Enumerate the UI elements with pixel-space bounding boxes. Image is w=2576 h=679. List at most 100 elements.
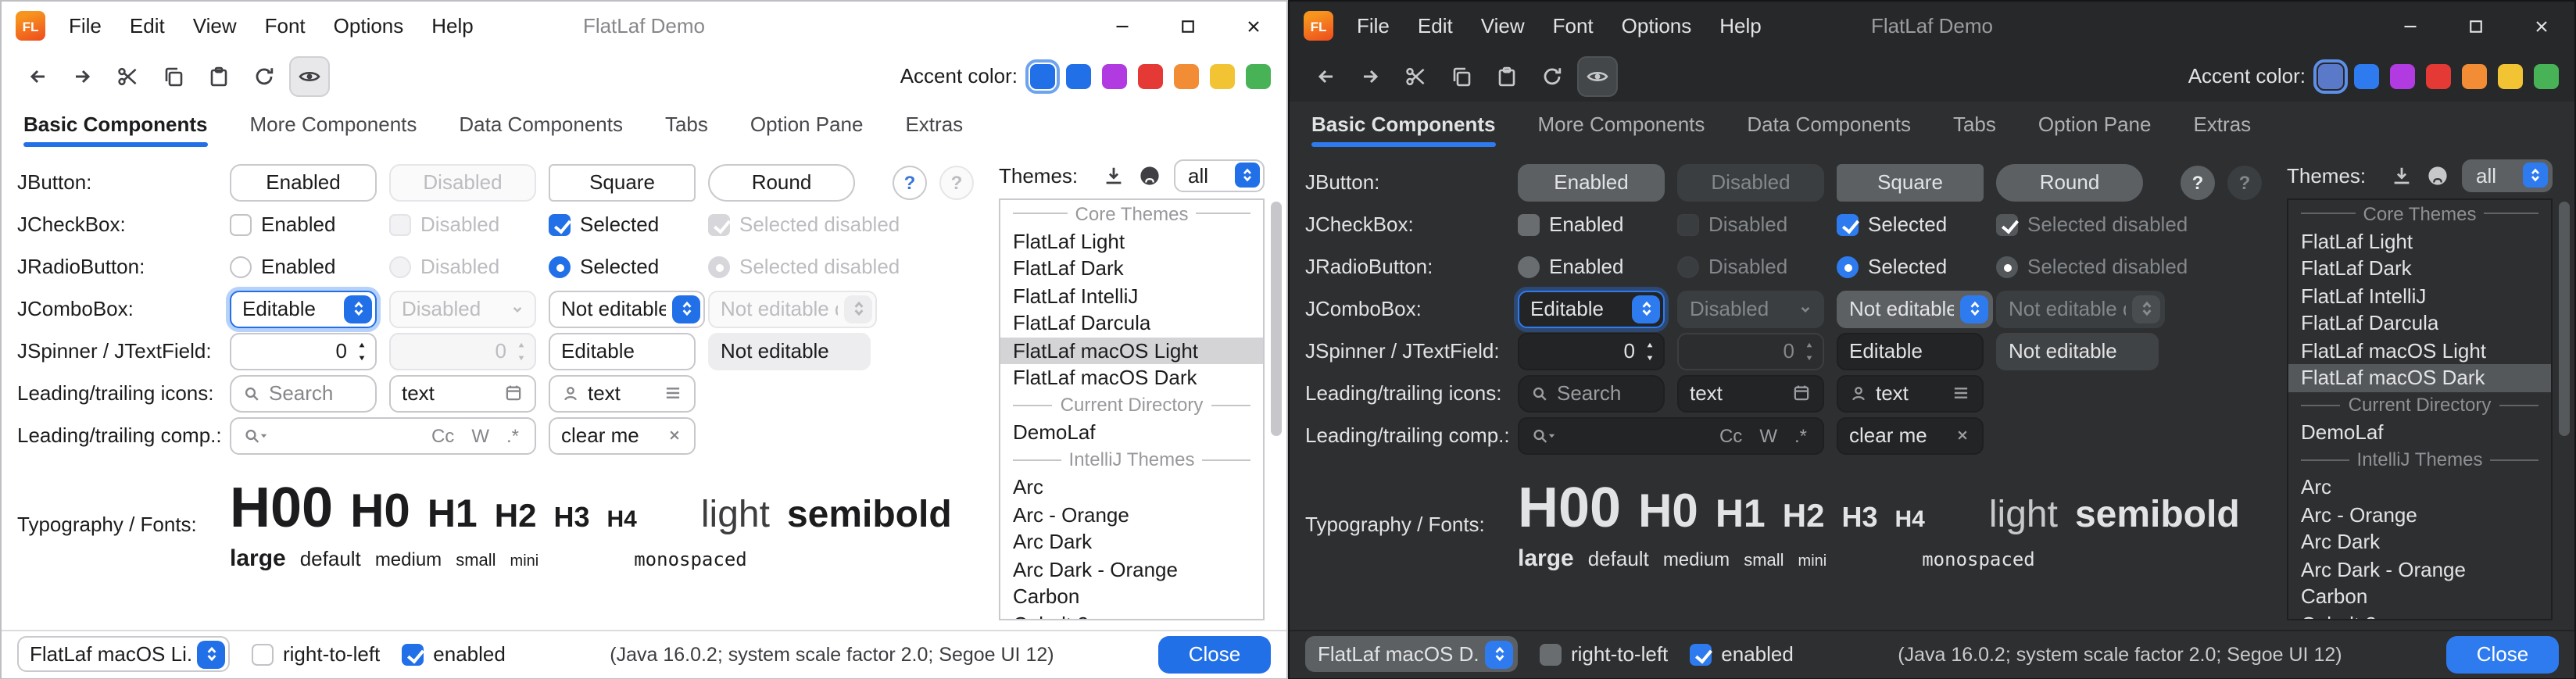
menu-item[interactable]: Edit — [1404, 2, 1467, 50]
tab[interactable]: Tabs — [1953, 113, 1996, 148]
match-case-button[interactable]: Cc — [1715, 424, 1747, 446]
accent-color-swatch[interactable] — [1102, 63, 1127, 88]
theme-list-item[interactable]: FlatLaf macOS Light — [1000, 337, 1263, 364]
menu-item[interactable]: Options — [1608, 2, 1706, 50]
theme-list-item[interactable]: Arc Dark — [1000, 528, 1263, 556]
theme-list-item[interactable]: FlatLaf Dark — [1000, 255, 1263, 282]
theme-list-item[interactable]: Cobalt 2 — [1000, 610, 1263, 620]
accent-color-swatch[interactable] — [1174, 63, 1199, 88]
accent-color-swatch[interactable] — [1066, 63, 1091, 88]
textfield-editable[interactable]: Editable — [549, 332, 696, 370]
maximize-button[interactable] — [1155, 2, 1221, 50]
jbutton-square[interactable]: Square — [1837, 163, 1984, 201]
copy-button[interactable] — [1441, 55, 1482, 96]
tab[interactable]: Extras — [2193, 113, 2251, 148]
menu-item[interactable]: Options — [320, 2, 418, 50]
right-to-left-checkbox[interactable]: right-to-left — [252, 642, 380, 666]
theme-list-item[interactable]: Carbon — [2288, 583, 2551, 610]
list-icon[interactable] — [1951, 383, 1971, 403]
search-with-options-input[interactable]: Cc W .* — [230, 416, 536, 454]
user-input[interactable]: text — [549, 374, 696, 412]
lookandfeel-combobox[interactable]: FlatLaf macOS Li... — [17, 636, 230, 672]
close-window-button[interactable] — [2509, 2, 2574, 50]
theme-list-item[interactable]: FlatLaf macOS Dark — [1000, 364, 1263, 391]
list-icon[interactable] — [663, 383, 683, 403]
calendar-icon[interactable] — [503, 383, 524, 403]
theme-list-item[interactable]: Arc - Orange — [1000, 501, 1263, 528]
close-window-button[interactable] — [1221, 2, 1286, 50]
theme-list-item[interactable]: DemoLaf — [2288, 419, 2551, 446]
theme-list-item[interactable]: FlatLaf Darcula — [1000, 309, 1263, 337]
theme-list-item[interactable]: DemoLaf — [1000, 419, 1263, 446]
paste-button[interactable] — [1487, 55, 1527, 96]
jcheckbox-enabled[interactable]: Enabled — [230, 213, 335, 236]
paste-button[interactable] — [199, 55, 239, 96]
menu-item[interactable]: File — [1343, 2, 1404, 50]
help-button[interactable]: ? — [2181, 165, 2215, 199]
forward-button[interactable] — [1351, 55, 1391, 96]
enabled-checkbox[interactable]: enabled — [402, 642, 506, 666]
regex-button[interactable]: .* — [1790, 424, 1812, 446]
chevron-up-down-icon[interactable] — [344, 295, 372, 323]
help-button[interactable]: ? — [893, 165, 927, 199]
menu-item[interactable]: View — [179, 2, 251, 50]
close-button[interactable]: Close — [2446, 635, 2559, 673]
accent-color-swatch[interactable] — [2534, 63, 2559, 88]
refresh-button[interactable] — [244, 55, 284, 96]
tab[interactable]: Basic Components — [1311, 113, 1496, 148]
minimize-button[interactable] — [2377, 2, 2443, 50]
accent-color-swatch[interactable] — [2318, 63, 2343, 88]
theme-list-item[interactable]: FlatLaf IntelliJ — [1000, 282, 1263, 309]
theme-list-item[interactable]: Arc — [1000, 474, 1263, 501]
textfield-editable[interactable]: Editable — [1837, 332, 1984, 370]
accent-color-swatch[interactable] — [2390, 63, 2415, 88]
menu-item[interactable]: Font — [1539, 2, 1608, 50]
tab[interactable]: Basic Components — [23, 113, 208, 148]
accent-color-swatch[interactable] — [1138, 63, 1163, 88]
whole-word-button[interactable]: W — [1755, 424, 1782, 446]
theme-list-item[interactable]: Carbon — [1000, 583, 1263, 610]
themes-filter-combobox[interactable]: all — [2462, 159, 2553, 191]
jcombobox-not-editable[interactable]: Not editable — [549, 290, 705, 327]
accent-color-swatch[interactable] — [2498, 63, 2523, 88]
clear-icon[interactable] — [666, 427, 683, 444]
jradiobutton-selected[interactable]: Selected — [1837, 255, 1947, 278]
jcheckbox-selected[interactable]: Selected — [1837, 213, 1947, 236]
theme-list-item[interactable]: Arc Dark - Orange — [1000, 556, 1263, 583]
spinner-arrows-icon[interactable] — [355, 338, 369, 363]
theme-list-item[interactable]: FlatLaf Dark — [2288, 255, 2551, 282]
refresh-button[interactable] — [1532, 55, 1572, 96]
show-hidden-toggle-button[interactable] — [1577, 55, 1618, 96]
back-button[interactable] — [1305, 55, 1346, 96]
show-hidden-toggle-button[interactable] — [289, 55, 330, 96]
copy-button[interactable] — [153, 55, 194, 96]
scrollbar-thumb[interactable] — [2559, 202, 2570, 436]
tab[interactable]: More Components — [1538, 113, 1705, 148]
cut-button[interactable] — [108, 55, 148, 96]
github-icon[interactable] — [2426, 163, 2449, 187]
jcheckbox-selected[interactable]: Selected — [549, 213, 659, 236]
back-button[interactable] — [17, 55, 58, 96]
search-input[interactable]: Search — [230, 374, 377, 412]
accent-color-swatch[interactable] — [1210, 63, 1235, 88]
theme-list-item[interactable]: Cobalt 2 — [2288, 610, 2551, 620]
accent-color-swatch[interactable] — [2462, 63, 2487, 88]
theme-list-item[interactable]: Arc Dark — [2288, 528, 2551, 556]
tab[interactable]: Data Components — [1747, 113, 1911, 148]
jcheckbox-enabled[interactable]: Enabled — [1518, 213, 1623, 236]
user-input[interactable]: text — [1837, 374, 1984, 412]
menu-item[interactable]: Edit — [116, 2, 179, 50]
theme-list-item[interactable]: FlatLaf IntelliJ — [2288, 282, 2551, 309]
jspinner[interactable]: 0 — [1518, 332, 1665, 370]
themes-scrollbar[interactable] — [2559, 198, 2570, 616]
chevron-up-down-icon[interactable] — [1632, 295, 1660, 323]
regex-button[interactable]: .* — [502, 424, 524, 446]
menu-item[interactable]: File — [55, 2, 116, 50]
jbutton-round[interactable]: Round — [708, 163, 855, 201]
spinner-arrows-icon[interactable] — [1643, 338, 1657, 363]
themes-filter-combobox[interactable]: all — [1174, 159, 1265, 191]
accent-color-swatch[interactable] — [1246, 63, 1271, 88]
search-input[interactable]: Search — [1518, 374, 1665, 412]
clearable-input[interactable]: clear me — [1837, 416, 1984, 454]
tab[interactable]: Extras — [905, 113, 963, 148]
